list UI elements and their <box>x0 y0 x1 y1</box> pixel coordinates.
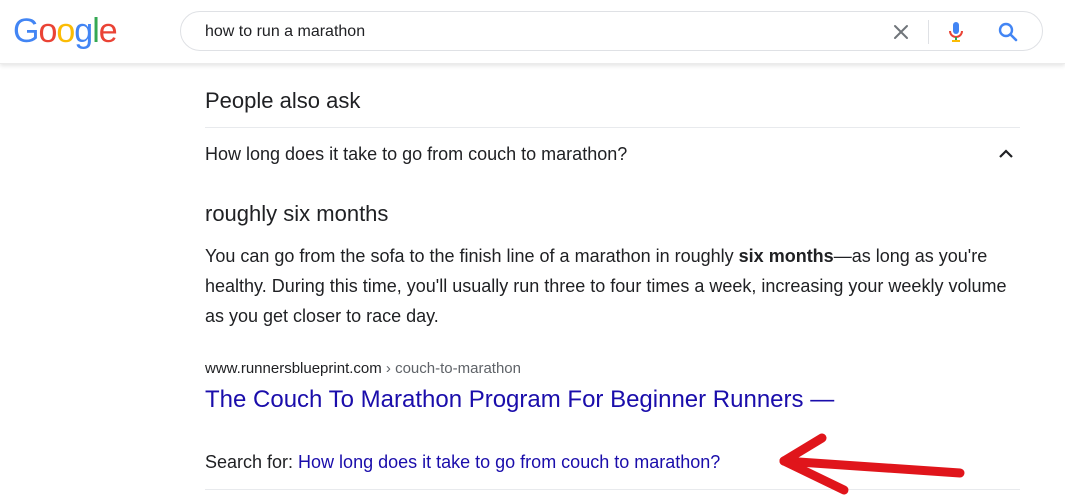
close-icon[interactable] <box>890 21 912 43</box>
google-logo[interactable]: Google <box>13 12 118 51</box>
search-for-row: Search for: How long does it take to go … <box>205 452 720 473</box>
paa-question-row[interactable]: How long does it take to go from couch t… <box>205 128 1020 180</box>
microphone-icon[interactable] <box>944 20 968 44</box>
search-box <box>180 11 1043 51</box>
logo-letter: o <box>38 12 57 50</box>
logo-letter: G <box>13 12 39 50</box>
paa-question: How long does it take to go from couch t… <box>205 144 628 164</box>
logo-letter: o <box>56 12 75 50</box>
search-icon[interactable] <box>996 20 1020 44</box>
result-cite: www.runnersblueprint.com › couch-to-mara… <box>205 360 521 377</box>
search-for-link[interactable]: How long does it take to go from couch t… <box>298 452 720 472</box>
logo-letter: g <box>74 12 93 50</box>
answer-text-pre: You can go from the sofa to the finish l… <box>205 246 739 266</box>
search-divider <box>928 20 929 44</box>
people-also-ask-title: People also ask <box>205 88 361 113</box>
result-title-link[interactable]: The Couch To Marathon Program For Beginn… <box>205 386 834 414</box>
answer-snippet: You can go from the sofa to the finish l… <box>205 241 1025 331</box>
chevron-up-icon[interactable] <box>996 144 1016 164</box>
cite-path: › couch-to-marathon <box>381 360 521 377</box>
logo-letter: e <box>98 12 118 50</box>
answer-text-bold: six months <box>738 246 834 266</box>
search-for-label: Search for: <box>205 452 299 472</box>
answer-heading: roughly six months <box>205 201 389 226</box>
search-input[interactable] <box>205 21 845 43</box>
search-header: Google <box>0 0 1065 64</box>
cite-domain: www.runnersblueprint.com <box>205 360 382 377</box>
red-arrow-annotation <box>779 433 965 495</box>
